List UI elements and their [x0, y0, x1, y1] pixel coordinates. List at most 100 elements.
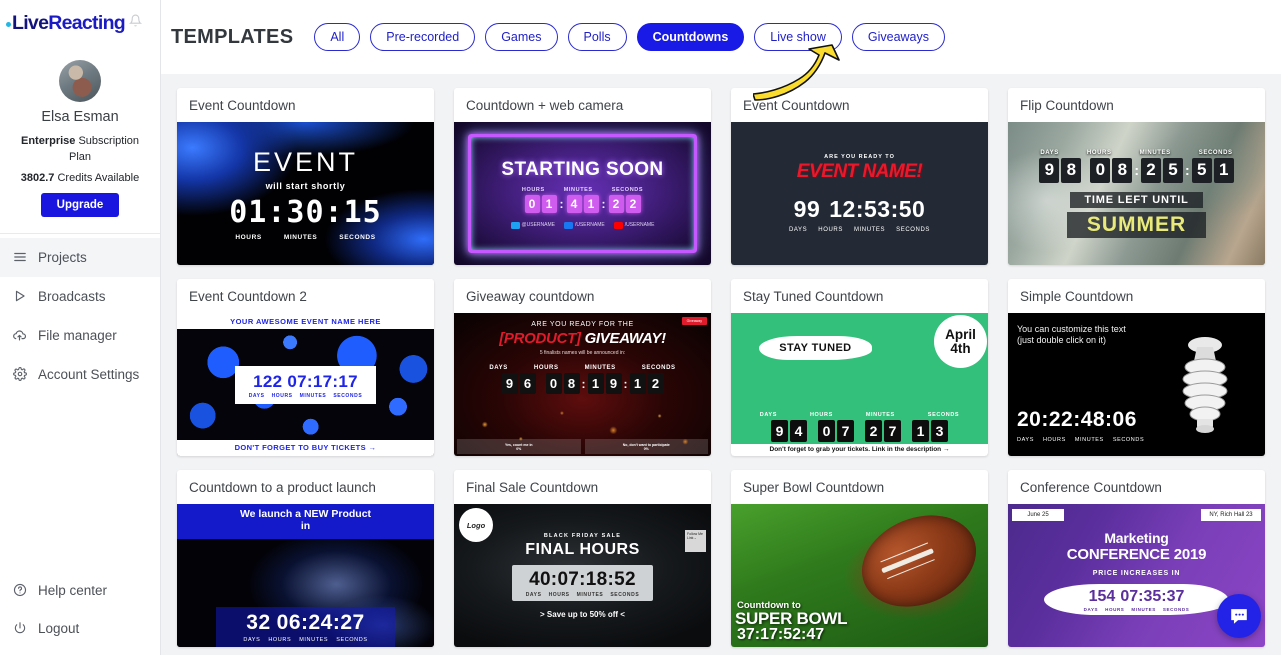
digit: 2 — [608, 194, 624, 213]
bell-icon[interactable] — [128, 14, 143, 32]
unit-label: SECONDS — [927, 412, 960, 418]
sidebar-item-help-center[interactable]: Help center — [0, 571, 160, 609]
digit: 9 — [771, 420, 788, 442]
digit: 8 — [1112, 157, 1133, 183]
preview-clock: 37:17:52:47 — [737, 626, 825, 643]
power-icon — [12, 621, 27, 636]
sidebar-item-logout[interactable]: Logout — [0, 609, 160, 647]
filter-pill-countdowns[interactable]: Countdowns — [636, 22, 745, 52]
preview-unit-labels: DAYS HOURS MINUTES SECONDS — [1017, 437, 1144, 443]
digit: 9 — [501, 373, 518, 394]
digit: 7 — [837, 420, 854, 442]
days-value: 99 — [793, 196, 821, 222]
template-card[interactable]: Final Sale Countdown Logo Follow Me Link… — [454, 470, 711, 647]
template-card[interactable]: Countdown + web camera STARTING SOON HOU… — [454, 88, 711, 265]
time-value: 12:53:50 — [829, 196, 926, 222]
follow-me-note: Follow Me Link→ — [685, 530, 706, 552]
unit-label: MINUTES — [299, 637, 329, 643]
preview-headline: STARTING SOON — [501, 158, 664, 180]
subscription-plan: Enterprise Subscription Plan — [10, 134, 150, 166]
avatar[interactable] — [59, 60, 101, 102]
preview-digits: 9 6 0 8 : 1 9 : 1 2 — [501, 373, 664, 394]
hamburger-icon — [12, 250, 27, 265]
unit-label: SECONDS — [1162, 607, 1190, 612]
sidebar-item-broadcasts[interactable]: Broadcasts — [0, 277, 160, 316]
subject-row: SUMMER — [1008, 208, 1265, 238]
template-preview: Giveaway ARE YOU READY FOR THE [PRODUCT]… — [454, 313, 711, 456]
preview-inner: DAYS HOURS MINUTES SECONDS 9 8 0 8: 2 5… — [1008, 150, 1265, 238]
templates-grid-container: Event Countdown EVENT will start shortly… — [161, 74, 1281, 655]
question-circle-icon — [12, 583, 27, 598]
template-card[interactable]: Super Bowl Countdown Countdown to SUPER … — [731, 470, 988, 647]
preview-digits: 9 4 0 7 2 7 1 3 — [731, 420, 988, 442]
preview-body: 122 07:17:17 DAYS HOURS MINUTES SECONDS — [177, 329, 434, 440]
preview-unit-labels: DAYS HOURS MINUTES SECONDS — [526, 592, 640, 598]
unit-label: DAYS — [1083, 607, 1099, 612]
neon-frame: STARTING SOON HOURS MINUTES SECONDS 0 1 … — [468, 134, 697, 253]
template-preview: Logo Follow Me Link→ BLACK FRIDAY SALE F… — [454, 504, 711, 647]
preview-headline: FINAL HOURS — [525, 540, 640, 558]
digit: 1 — [583, 194, 599, 213]
filter-pill-giveaways[interactable]: Giveaways — [851, 22, 946, 52]
template-preview: DAYS HOURS MINUTES SECONDS 9 8 0 8: 2 5… — [1008, 122, 1265, 265]
sidebar-item-account-settings[interactable]: Account Settings — [0, 355, 160, 394]
templates-toolbar: TEMPLATES All Pre-recorded Games Polls C… — [161, 0, 1281, 74]
play-icon — [12, 289, 27, 304]
template-title: Simple Countdown — [1020, 289, 1134, 304]
brand-reacting: Reacting — [48, 11, 125, 34]
unit-label: MINUTES — [865, 412, 895, 418]
unit-label: SECONDS — [611, 186, 644, 193]
brand-dot-icon — [6, 21, 11, 27]
clock-plate: 154 07:35:37 DAYS HOURS MINUTES SECONDS — [1043, 584, 1230, 615]
template-card[interactable]: Countdown to a product launch We launch … — [177, 470, 434, 647]
unit-label: SECONDS — [333, 392, 363, 399]
main-content: TEMPLATES All Pre-recorded Games Polls C… — [161, 0, 1281, 655]
filter-pill-polls[interactable]: Polls — [567, 22, 627, 52]
template-card[interactable]: Event Countdown 2 YOUR AWESOME EVENT NAM… — [177, 279, 434, 456]
colon: : — [601, 196, 606, 211]
brand-logo-text: LiveReacting — [6, 11, 126, 35]
unit-label: SECONDS — [1112, 437, 1145, 443]
template-card[interactable]: Event Countdown ARE YOU READY TO EVENT N… — [731, 88, 988, 265]
filter-pill-all[interactable]: All — [314, 22, 361, 52]
template-card[interactable]: Flip Countdown DAYS HOURS MINUTES SECOND… — [1008, 88, 1265, 265]
unit-label: SECONDS — [339, 233, 376, 241]
digit: 1 — [912, 420, 929, 442]
gear-icon — [12, 367, 27, 382]
chat-widget-button[interactable] — [1217, 594, 1261, 638]
preview-headline-1: Marketing — [1104, 530, 1169, 546]
unit-label: MINUTES — [1139, 149, 1171, 156]
template-title: Stay Tuned Countdown — [743, 289, 884, 304]
preview-pretext: ARE YOU READY FOR THE — [531, 321, 634, 328]
upgrade-button[interactable]: Upgrade — [40, 192, 120, 217]
unit-label: HOURS — [548, 591, 570, 598]
unit-label: DAYS — [525, 591, 542, 598]
category-filters: All Pre-recorded Games Polls Countdowns … — [314, 22, 946, 52]
twitter-handle: @USERNAME — [510, 221, 555, 229]
sidebar-item-projects[interactable]: Projects — [0, 237, 160, 277]
sidebar-item-file-manager[interactable]: File manager — [0, 316, 160, 355]
filter-pill-live-show[interactable]: Live show — [754, 22, 842, 52]
brand-logo[interactable]: LiveReacting — [0, 0, 160, 46]
digit: 6 — [519, 373, 536, 394]
preview-clock: 122 07:17:17 — [249, 372, 363, 392]
sidebar-item-label: Account Settings — [38, 366, 140, 382]
preview-digits: 0 1 : 4 1 : 2 2 — [524, 194, 641, 213]
facebook-handle: /USERNAME — [563, 221, 605, 229]
preview-clock: 01:30:15 — [229, 194, 382, 230]
unit-label: MINUTES — [1131, 607, 1156, 612]
colon: : — [623, 376, 628, 391]
digit: 7 — [884, 420, 901, 442]
template-card[interactable]: Event Countdown EVENT will start shortly… — [177, 88, 434, 265]
filter-pill-pre-recorded[interactable]: Pre-recorded — [370, 22, 476, 52]
template-card[interactable]: Stay Tuned Countdown STAY TUNED April 4t… — [731, 279, 988, 456]
template-preview: ARE YOU READY TO EVENT NAME! 99 12:53:50 … — [731, 122, 988, 265]
preview-footer: Don't forget to grab your tickets. Link … — [731, 444, 988, 456]
filter-pill-games[interactable]: Games — [485, 22, 558, 52]
template-title: Super Bowl Countdown — [743, 480, 885, 495]
youtube-icon — [613, 221, 623, 229]
template-card[interactable]: Simple Countdown You can customize this … — [1008, 279, 1265, 456]
template-card[interactable]: Giveaway countdown Giveaway ARE YOU READ… — [454, 279, 711, 456]
digit: 2 — [865, 420, 882, 442]
